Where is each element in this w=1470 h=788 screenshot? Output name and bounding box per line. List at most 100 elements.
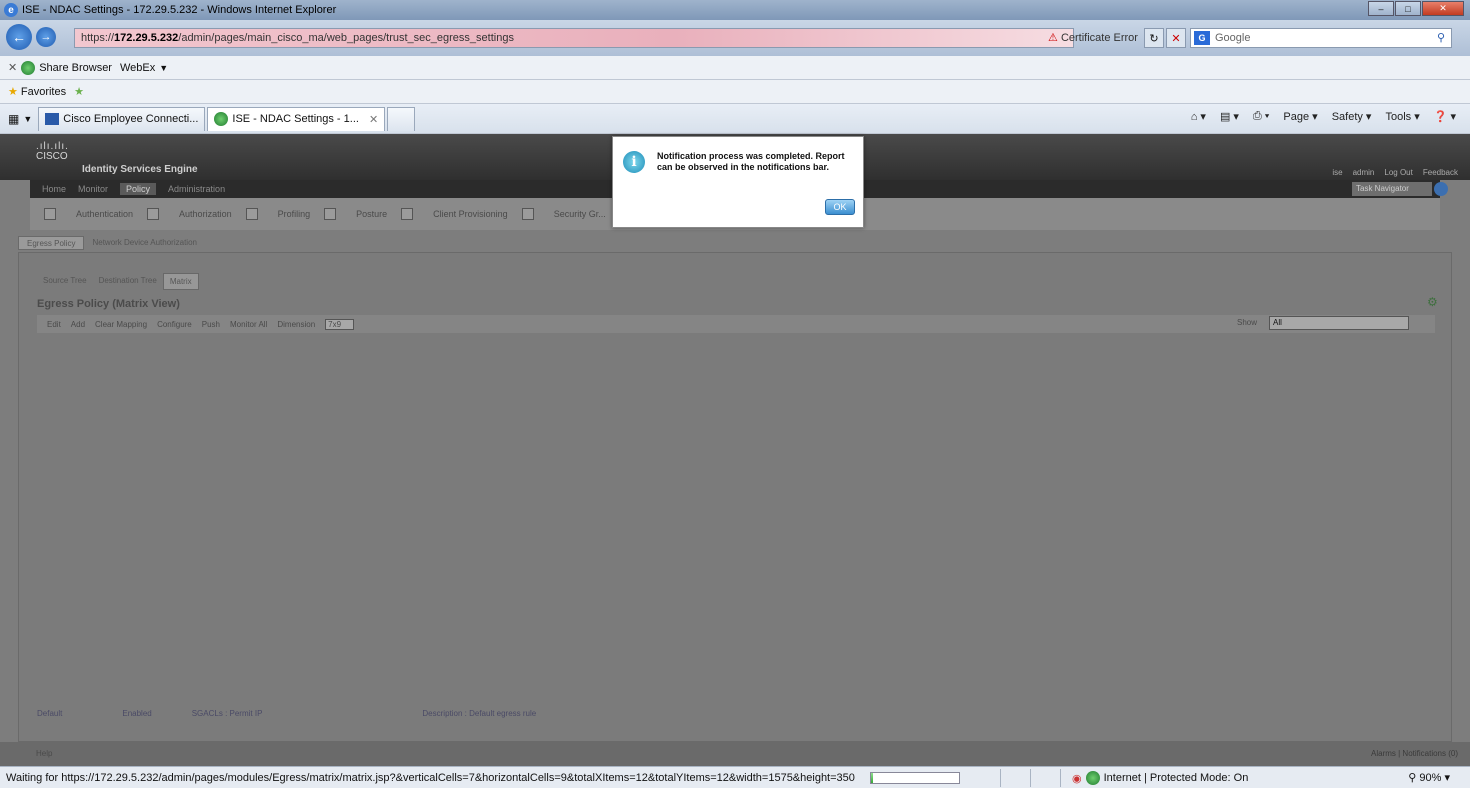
google-icon: G xyxy=(1194,31,1210,45)
links-bar: ✕ Share Browser WebEx ▼ xyxy=(0,56,1470,80)
new-tab-button[interactable] xyxy=(387,106,416,131)
address-input[interactable]: https://172.29.5.232/admin/pages/main_ci… xyxy=(74,28,1074,48)
dimension-select[interactable]: 7x9 xyxy=(325,318,355,330)
cisco-logo-text: CISCO xyxy=(36,151,68,162)
url-path: /admin/pages/main_cisco_ma/web_pages/tru… xyxy=(178,32,514,44)
dimension-checkbox[interactable]: Dimension xyxy=(277,320,315,329)
feedback-link[interactable]: Feedback xyxy=(1423,168,1458,177)
zoom-label: 90% xyxy=(1419,772,1442,784)
security-group-icon xyxy=(521,208,534,220)
safety-menu[interactable]: Safety ▾ xyxy=(1332,110,1372,123)
clear-mapping-button[interactable]: Clear Mapping xyxy=(95,320,147,329)
add-button[interactable]: Add xyxy=(71,320,85,329)
show-select[interactable]: All xyxy=(1269,316,1409,330)
help-icon[interactable]: ❓ ▾ xyxy=(1434,110,1456,123)
page-menu[interactable]: Page ▾ xyxy=(1283,110,1317,123)
minimize-button[interactable]: – xyxy=(1368,1,1394,16)
share-browser-link[interactable]: Share Browser xyxy=(39,62,112,74)
status-message: Waiting for https://172.29.5.232/admin/p… xyxy=(6,771,855,784)
feeds-icon[interactable]: ▤ ▾ xyxy=(1220,110,1239,123)
home-icon[interactable]: ⌂ ▾ xyxy=(1191,110,1206,123)
menu-administration[interactable]: Administration xyxy=(168,184,225,194)
tools-menu-label: Tools xyxy=(1385,111,1412,123)
notifications-label: Notifications (0) xyxy=(1402,749,1458,758)
window-title-bar: e ISE - NDAC Settings - 172.29.5.232 - W… xyxy=(0,0,1470,20)
show-label: Show xyxy=(1237,318,1258,327)
back-button[interactable]: ← xyxy=(6,24,32,50)
tab-cisco-employee[interactable]: Cisco Employee Connecti... xyxy=(38,106,206,131)
zoom-level[interactable]: ⚲ 90% ▾ xyxy=(1408,771,1450,784)
user-link-admin[interactable]: admin xyxy=(1353,168,1375,177)
page-menu-label: Page xyxy=(1283,111,1310,123)
protected-mode-icon: ◉ xyxy=(1072,772,1082,785)
ie-icon: e xyxy=(4,3,18,17)
default-rule-link[interactable]: Default xyxy=(37,709,62,718)
print-icon[interactable]: ⎙ ▾ xyxy=(1253,110,1269,123)
search-icon[interactable]: ⚲ xyxy=(1437,31,1445,44)
subnav-authentication[interactable]: Authentication xyxy=(44,208,133,220)
authorization-icon xyxy=(147,208,160,220)
add-favorite-icon[interactable]: ★ xyxy=(74,85,84,98)
task-navigator-icon[interactable] xyxy=(1434,182,1448,196)
subnav-client-provisioning[interactable]: Client Provisioning xyxy=(401,208,508,220)
subnav-authorization[interactable]: Authorization xyxy=(147,208,232,220)
favorites-button[interactable]: Favorites xyxy=(21,86,66,98)
menu-monitor[interactable]: Monitor xyxy=(78,184,108,194)
subnav-label: Client Provisioning xyxy=(433,209,508,219)
tab-ise-ndac[interactable]: ISE - NDAC Settings - 1... ✕ xyxy=(207,106,386,131)
menu-home[interactable]: Home xyxy=(42,184,66,194)
status-divider xyxy=(1000,769,1001,787)
browser-status-bar: Waiting for https://172.29.5.232/admin/p… xyxy=(0,766,1470,788)
subnav-posture[interactable]: Posture xyxy=(324,208,387,220)
security-zone[interactable]: ◉ Internet | Protected Mode: On xyxy=(1072,771,1248,785)
subnav-security-group[interactable]: Security Gr... xyxy=(521,208,606,220)
subnav-label: Authorization xyxy=(179,209,232,219)
search-input[interactable]: G Google ⚲ xyxy=(1190,28,1452,48)
policy-tabs: Egress Policy Network Device Authorizati… xyxy=(18,236,205,250)
help-link[interactable]: Help xyxy=(36,749,52,758)
description-value: Description : Default egress rule xyxy=(422,708,537,718)
configure-button[interactable]: Configure xyxy=(157,320,192,329)
window-title: ISE - NDAC Settings - 172.29.5.232 - Win… xyxy=(22,4,337,16)
edit-button[interactable]: Edit xyxy=(47,320,61,329)
tab-destination-tree[interactable]: Destination Tree xyxy=(93,273,163,290)
tab-label: ISE - NDAC Settings - 1... xyxy=(232,113,359,125)
forward-button[interactable]: → xyxy=(36,27,56,47)
stop-icon[interactable]: ✕ xyxy=(1166,28,1186,48)
close-button[interactable]: ✕ xyxy=(1422,1,1464,16)
refresh-icon[interactable]: ↻ xyxy=(1144,28,1164,48)
egress-policy-panel: Source Tree Destination Tree Matrix Egre… xyxy=(18,252,1452,742)
window-controls: – □ ✕ xyxy=(1367,1,1464,16)
task-navigator[interactable]: Task Navigator xyxy=(1352,182,1432,196)
monitor-all-button[interactable]: Monitor All xyxy=(230,320,267,329)
chevron-down-icon[interactable]: ▼ xyxy=(159,63,168,73)
tab-list-chevron-icon[interactable]: ▼ xyxy=(23,114,32,124)
globe-icon xyxy=(21,60,36,75)
ok-button[interactable]: OK xyxy=(825,199,855,215)
dialog-message: Notification process was completed. Repo… xyxy=(657,151,845,172)
webex-menu[interactable]: WebEx xyxy=(120,62,155,74)
alarms-notifications[interactable]: Alarms | Notifications (0) xyxy=(1371,749,1458,758)
warning-icon: ⚠ xyxy=(1048,32,1058,44)
alarms-label: Alarms xyxy=(1371,749,1396,758)
settings-gear-icon[interactable]: ⚙ xyxy=(1427,295,1438,309)
command-bar: ⌂ ▾ ▤ ▾ ⎙ ▾ Page ▾ Safety ▾ Tools ▾ ❓ ▾ xyxy=(1191,110,1456,123)
subnav-profiling[interactable]: Profiling xyxy=(245,208,310,220)
maximize-button[interactable]: □ xyxy=(1395,1,1421,16)
certificate-error-button[interactable]: ⚠ Certificate Error xyxy=(1048,31,1138,44)
tab-source-tree[interactable]: Source Tree xyxy=(37,273,93,290)
ise-app: .ılı.ılı. CISCO Identity Services Engine… xyxy=(0,134,1470,766)
tab-network-device-authorization[interactable]: Network Device Authorization xyxy=(84,236,205,250)
logout-link[interactable]: Log Out xyxy=(1384,168,1412,177)
close-tab-icon[interactable]: ✕ xyxy=(369,113,378,126)
subnav-label: Security Gr... xyxy=(553,209,606,219)
quick-tabs-icon[interactable]: ▦ xyxy=(8,112,19,126)
progress-fill xyxy=(871,773,873,783)
tab-matrix[interactable]: Matrix xyxy=(162,273,199,290)
url-host: 172.29.5.232 xyxy=(114,32,179,44)
menu-policy[interactable]: Policy xyxy=(120,183,157,195)
tools-menu[interactable]: Tools ▾ xyxy=(1385,110,1419,123)
close-toolbar-icon[interactable]: ✕ xyxy=(8,61,17,74)
push-button[interactable]: Push xyxy=(202,320,220,329)
tab-egress-policy[interactable]: Egress Policy xyxy=(18,236,85,250)
